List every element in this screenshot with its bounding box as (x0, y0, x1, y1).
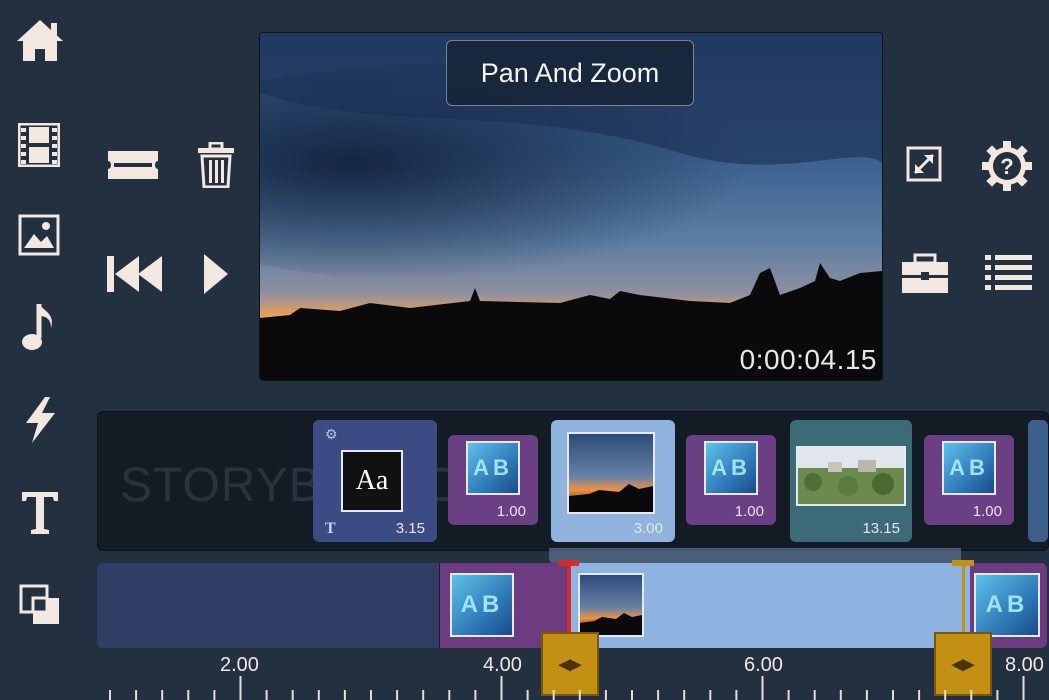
video-thumbnail (796, 446, 906, 506)
ticket-icon[interactable] (106, 146, 160, 184)
list-icon[interactable] (982, 252, 1034, 292)
transition-thumbnail: AB (942, 441, 996, 495)
film-icon[interactable] (18, 122, 60, 168)
trim-cap-end (952, 560, 974, 566)
skip-back-icon[interactable] (104, 252, 164, 296)
timeline-clip-title[interactable] (97, 563, 440, 648)
transition-thumbnail: AB (974, 573, 1040, 637)
playhead-cap (559, 560, 579, 566)
clip-duration: 1.00 (496, 503, 526, 520)
title-thumbnail: Aa (341, 450, 403, 512)
storyboard-clip-video-selected[interactable]: 3.00 (551, 420, 675, 542)
layers-icon[interactable] (18, 583, 62, 627)
home-icon[interactable] (14, 16, 66, 64)
image-icon[interactable] (17, 213, 61, 257)
timecode-display: 0:00:04.15 (739, 344, 877, 375)
video-thumbnail (567, 432, 655, 514)
ruler-label: 8.00 (1005, 654, 1044, 676)
storyboard-clip-title[interactable]: ⚙ Aa T 3.15 (313, 420, 437, 542)
clip-duration: 3.15 (395, 520, 425, 537)
clip-duration: 1.00 (972, 503, 1002, 520)
storyboard-panel[interactable]: STORYBOARD ⚙ Aa T 3.15 AB 1.00 3.00 AB 1… (97, 411, 1049, 551)
playhead-line (567, 562, 571, 642)
resize-icon[interactable] (905, 145, 943, 183)
storyboard-clip-partial[interactable] (1028, 420, 1048, 542)
transition-thumbnail: AB (466, 441, 520, 495)
text-icon[interactable] (18, 488, 62, 536)
clip-duration: 13.15 (862, 520, 900, 537)
video-thumbnail (578, 573, 644, 637)
transition-thumbnail: AB (704, 441, 758, 495)
music-note-icon[interactable] (20, 302, 60, 352)
storyboard-clip-transition[interactable]: AB 1.00 (448, 435, 538, 525)
ruler-label: 2.00 (220, 654, 259, 676)
selection-connector (549, 548, 961, 564)
trim-line-end (962, 562, 965, 634)
timeline-clip-video-selected[interactable] (570, 563, 970, 648)
toolbox-icon[interactable] (899, 252, 951, 296)
help-gear-icon[interactable]: ? (980, 140, 1034, 192)
text-small-icon: T (325, 520, 336, 537)
ruler-label: 4.00 (483, 654, 522, 676)
storyboard-clip-transition[interactable]: AB 1.00 (924, 435, 1014, 525)
transition-thumbnail: AB (450, 573, 514, 637)
storyboard-clip-video[interactable]: 13.15 (790, 420, 912, 542)
ruler-label: 6.00 (744, 654, 783, 676)
trash-icon[interactable] (195, 141, 237, 189)
clip-duration: 3.00 (633, 520, 663, 537)
storyboard-clip-transition[interactable]: AB 1.00 (686, 435, 776, 525)
play-icon[interactable] (200, 250, 232, 298)
gear-small-icon: ⚙ (325, 426, 338, 442)
svg-text:?: ? (1000, 154, 1013, 179)
lightning-icon[interactable] (20, 395, 60, 445)
effect-label[interactable]: Pan And Zoom (446, 40, 694, 106)
clip-duration: 1.00 (734, 503, 764, 520)
